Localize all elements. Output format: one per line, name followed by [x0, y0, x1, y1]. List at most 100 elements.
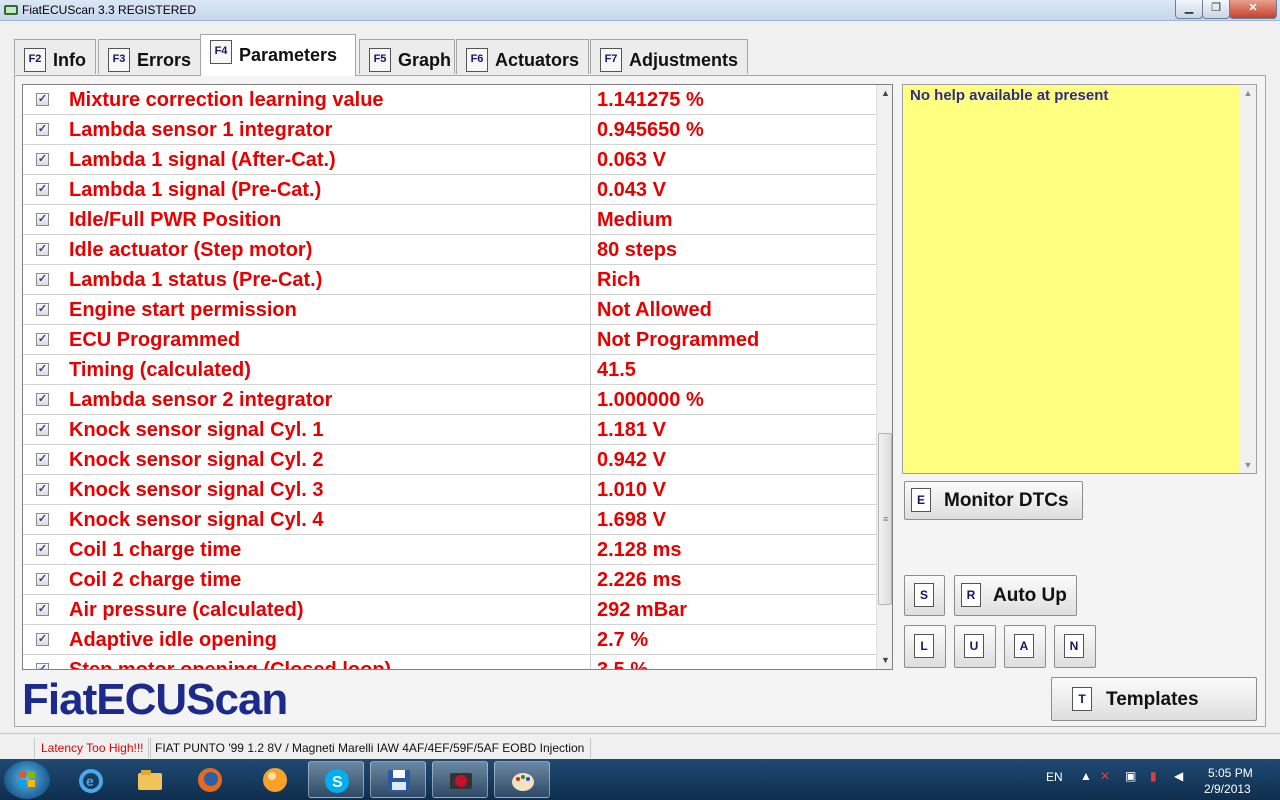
taskbar-app-orange[interactable]	[247, 761, 303, 798]
param-value: 1.000000 %	[597, 389, 704, 411]
window-title: FiatECUScan 3.3 REGISTERED	[22, 3, 197, 17]
key-n: N	[1064, 634, 1084, 658]
checkbox[interactable]: ✓	[36, 663, 49, 669]
language-indicator[interactable]: EN	[1046, 770, 1063, 784]
checkbox[interactable]: ✓	[36, 273, 49, 286]
table-row[interactable]: ✓ Step motor opening (Closed loop) 3.5 %	[23, 655, 877, 670]
table-row[interactable]: ✓ Coil 2 charge time 2.226 ms	[23, 565, 877, 595]
param-value: 1.010 V	[597, 479, 666, 501]
param-value: 3.5 %	[597, 659, 649, 670]
taskbar-paint[interactable]	[494, 761, 550, 798]
checkbox[interactable]: ✓	[36, 183, 49, 196]
checkbox[interactable]: ✓	[36, 213, 49, 226]
checkbox[interactable]: ✓	[36, 333, 49, 346]
key-f7: F7	[600, 48, 622, 72]
taskbar-fiatecuscan[interactable]	[432, 761, 488, 798]
button-label: Monitor DTCs	[944, 490, 1069, 511]
start-button[interactable]	[4, 761, 50, 799]
table-row[interactable]: ✓ Idle/Full PWR Position Medium	[23, 205, 877, 235]
tab-parameters[interactable]: F4 Parameters	[200, 34, 356, 76]
signal-icon[interactable]: ▮	[1150, 769, 1157, 783]
n-button[interactable]: N	[1054, 625, 1096, 668]
tab-label: Graph	[398, 50, 452, 70]
tray-app-icon[interactable]: ▣	[1125, 769, 1136, 783]
minimize-button[interactable]: ▁	[1175, 0, 1203, 19]
tray-expand-icon[interactable]: ▲	[1080, 769, 1092, 783]
taskbar-firefox[interactable]	[182, 761, 238, 798]
checkbox[interactable]: ✓	[36, 573, 49, 586]
table-row[interactable]: ✓ Lambda sensor 1 integrator 0.945650 %	[23, 115, 877, 145]
table-row[interactable]: ✓ Engine start permission Not Allowed	[23, 295, 877, 325]
table-row[interactable]: ✓ Coil 1 charge time 2.128 ms	[23, 535, 877, 565]
u-button[interactable]: U	[954, 625, 996, 668]
column-divider	[590, 355, 591, 385]
taskbar-save-app[interactable]	[370, 761, 426, 798]
templates-button[interactable]: T Templates	[1051, 677, 1257, 721]
scroll-up-arrow-icon[interactable]: ▲	[877, 85, 892, 102]
auto-up-button[interactable]: R Auto Up	[954, 575, 1077, 616]
grid-scrollbar[interactable]: ▲ ≡ ▼	[876, 85, 892, 669]
taskbar-ie[interactable]: e	[63, 761, 119, 798]
scroll-down-arrow-icon[interactable]: ▼	[877, 652, 892, 669]
checkbox[interactable]: ✓	[36, 513, 49, 526]
table-row[interactable]: ✓ Lambda sensor 2 integrator 1.000000 %	[23, 385, 877, 415]
checkbox[interactable]: ✓	[36, 123, 49, 136]
l-button[interactable]: L	[904, 625, 946, 668]
table-row[interactable]: ✓ Knock sensor signal Cyl. 4 1.698 V	[23, 505, 877, 535]
checkbox[interactable]: ✓	[36, 153, 49, 166]
table-row[interactable]: ✓ Lambda 1 status (Pre-Cat.) Rich	[23, 265, 877, 295]
scroll-down-arrow-icon[interactable]: ▼	[1240, 457, 1256, 473]
table-row[interactable]: ✓ Idle actuator (Step motor) 80 steps	[23, 235, 877, 265]
floppy-disk-icon	[388, 770, 410, 792]
table-row[interactable]: ✓ ECU Programmed Not Programmed	[23, 325, 877, 355]
network-warning-icon[interactable]: ✕	[1100, 769, 1110, 783]
checkbox[interactable]: ✓	[36, 243, 49, 256]
monitor-dtcs-button[interactable]: E Monitor DTCs	[904, 481, 1083, 520]
checkbox[interactable]: ✓	[36, 93, 49, 106]
button-label: Auto Up	[993, 585, 1067, 606]
checkbox[interactable]: ✓	[36, 483, 49, 496]
taskbar-explorer[interactable]	[122, 761, 178, 798]
s-button[interactable]: S	[904, 575, 945, 616]
table-row[interactable]: ✓ Knock sensor signal Cyl. 3 1.010 V	[23, 475, 877, 505]
scroll-up-arrow-icon[interactable]: ▲	[1240, 85, 1256, 101]
tab-errors[interactable]: F3 Errors	[98, 39, 201, 74]
param-name: Lambda 1 status (Pre-Cat.)	[69, 269, 323, 291]
checkbox[interactable]: ✓	[36, 363, 49, 376]
clock-time[interactable]: 5:05 PM	[1208, 766, 1253, 780]
table-row[interactable]: ✓ Timing (calculated) 41.5	[23, 355, 877, 385]
key-s: S	[914, 583, 934, 607]
close-button[interactable]: ✕	[1229, 0, 1277, 19]
param-value: 2.226 ms	[597, 569, 682, 591]
scroll-thumb[interactable]: ≡	[878, 433, 892, 605]
tab-actuators[interactable]: F6 Actuators	[456, 39, 589, 74]
maximize-button[interactable]: ❐	[1202, 0, 1230, 19]
checkbox[interactable]: ✓	[36, 423, 49, 436]
windows-logo-icon	[19, 771, 35, 787]
checkbox[interactable]: ✓	[36, 393, 49, 406]
tab-adjustments[interactable]: F7 Adjustments	[590, 39, 748, 74]
volume-icon[interactable]: ◀	[1174, 769, 1183, 783]
table-row[interactable]: ✓ Adaptive idle opening 2.7 %	[23, 625, 877, 655]
checkbox[interactable]: ✓	[36, 633, 49, 646]
tab-graph[interactable]: F5 Graph	[359, 39, 455, 74]
checkbox[interactable]: ✓	[36, 603, 49, 616]
table-row[interactable]: ✓ Lambda 1 signal (After-Cat.) 0.063 V	[23, 145, 877, 175]
table-row[interactable]: ✓ Knock sensor signal Cyl. 2 0.942 V	[23, 445, 877, 475]
table-row[interactable]: ✓ Lambda 1 signal (Pre-Cat.) 0.043 V	[23, 175, 877, 205]
table-row[interactable]: ✓ Mixture correction learning value 1.1412…	[23, 85, 877, 115]
param-name: Knock sensor signal Cyl. 1	[69, 419, 324, 441]
help-scrollbar[interactable]: ▲ ▼	[1240, 85, 1256, 473]
table-row[interactable]: ✓ Knock sensor signal Cyl. 1 1.181 V	[23, 415, 877, 445]
checkbox[interactable]: ✓	[36, 543, 49, 556]
checkbox[interactable]: ✓	[36, 453, 49, 466]
taskbar-skype[interactable]: S	[308, 761, 364, 798]
checkbox[interactable]: ✓	[36, 303, 49, 316]
table-row[interactable]: ✓ Air pressure (calculated) 292 mBar	[23, 595, 877, 625]
tab-info[interactable]: F2 Info	[14, 39, 96, 74]
key-f4: F4	[210, 40, 232, 64]
a-button[interactable]: A	[1004, 625, 1046, 668]
clock-date[interactable]: 2/9/2013	[1204, 782, 1251, 796]
param-name: Step motor opening (Closed loop)	[69, 659, 392, 670]
param-name: Idle/Full PWR Position	[69, 209, 282, 231]
